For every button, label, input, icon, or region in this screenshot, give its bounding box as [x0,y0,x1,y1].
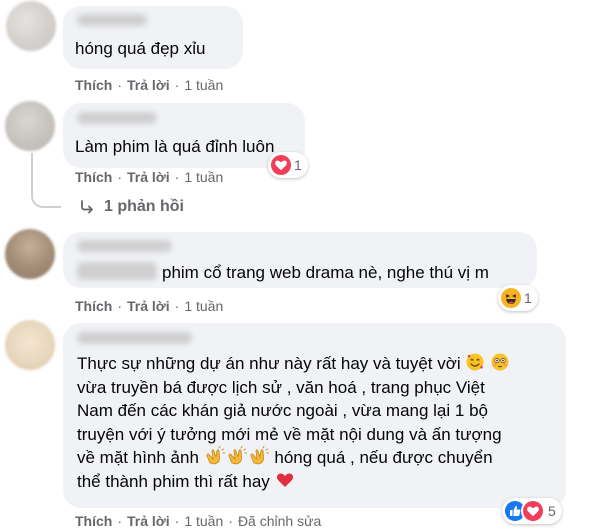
separator-dot: · [174,77,180,93]
comment-text: phim cổ trang web drama nè, nghe thú vị … [162,263,489,282]
comment-timestamp[interactable]: 1 tuần [184,77,223,93]
commenter-name[interactable] [77,332,192,344]
reaction-count: 1 [524,290,532,306]
comment-text: hóng quá đẹp xỉu [75,39,206,58]
comment-text: Thực sự những dự án như này rất hay và t… [77,352,557,493]
clapping-hands-icon [206,446,225,465]
comment-line: thể thành phim thì rất hay [77,470,557,494]
comment-line: Nam đến các khán giả nước ngoài , vừa ma… [77,401,488,420]
comment-bubble: Thực sự những dự án như này rất hay và t… [63,323,566,508]
comment-timestamp[interactable]: 1 tuần [184,169,223,185]
separator-dot: · [174,298,180,314]
like-icon [505,501,525,521]
red-heart-icon [276,473,293,487]
comment-line: về mặt hình ảnh hóng quá , nếu được chuy… [77,446,493,467]
like-action[interactable]: Thích [75,298,112,314]
comment-timestamp[interactable]: 1 tuần [184,513,223,529]
separator-dot: · [174,513,180,529]
love-icon [271,155,291,175]
separator-dot: · [174,169,180,185]
reaction-summary[interactable]: 1 [498,285,538,311]
like-action[interactable]: Thích [75,513,112,529]
reply-action[interactable]: Trả lời [127,513,170,529]
comment-line: vừa truyền bá được lịch sử , văn hoá , t… [77,377,485,397]
comment-line: truyện với ý tưởng mới mẻ về mặt nội dun… [77,424,502,444]
comment-actions: Thích · Trả lời · 1 tuần [75,298,223,314]
reply-action[interactable]: Trả lời [127,298,170,314]
reply-action[interactable]: Trả lời [127,77,170,93]
comment-bubble: hóng quá đẹp xỉu [63,6,243,69]
view-replies-label: 1 phản hồi [104,198,184,215]
clapping-hands-icon [250,446,269,465]
commenter-name[interactable] [77,240,172,252]
like-action[interactable]: Thích [75,169,112,185]
reply-action[interactable]: Trả lời [127,169,170,185]
separator-dot: · [228,513,233,529]
separator-dot: · [117,298,123,314]
commenter-name[interactable] [77,112,157,124]
smiling-face-with-hearts-icon [466,353,484,371]
reaction-summary[interactable]: 1 [268,152,308,178]
love-icon [523,501,543,521]
reaction-count: 5 [548,503,556,519]
reply-thread-connector [31,153,61,208]
separator-dot: · [117,513,123,529]
clapping-hands-icon [228,446,247,465]
flushed-face-icon [491,353,509,371]
comment-text: Làm phim là quá đỉnh luôn [75,137,275,156]
comment-line: Thực sự những dự án như này rất hay và t… [77,352,557,376]
comment-actions: Thích · Trả lời · 1 tuần [75,77,223,93]
view-replies-link[interactable]: 1 phản hồi [80,198,184,216]
commenter-name-blur [77,262,157,280]
comment-actions: Thích · Trả lời · 1 tuần [75,169,223,185]
like-action[interactable]: Thích [75,77,112,93]
commenter-avatar[interactable] [5,229,55,279]
commenter-avatar[interactable] [5,101,55,151]
reaction-count: 1 [294,157,302,173]
haha-icon [501,288,521,308]
comment-bubble: phim cổ trang web drama nè, nghe thú vị … [63,232,537,288]
commenter-avatar[interactable] [6,1,56,51]
reply-arrow-icon [81,200,93,214]
separator-dot: · [117,169,123,185]
reaction-summary[interactable]: 5 [502,498,562,524]
separator-dot: · [117,77,123,93]
comment-actions: Thích · Trả lời · 1 tuần · Đã chỉnh sửa [75,513,321,529]
edited-label[interactable]: Đã chỉnh sửa [238,513,321,529]
comment-timestamp[interactable]: 1 tuần [184,298,223,314]
commenter-name[interactable] [77,14,147,26]
commenter-avatar[interactable] [5,320,55,370]
